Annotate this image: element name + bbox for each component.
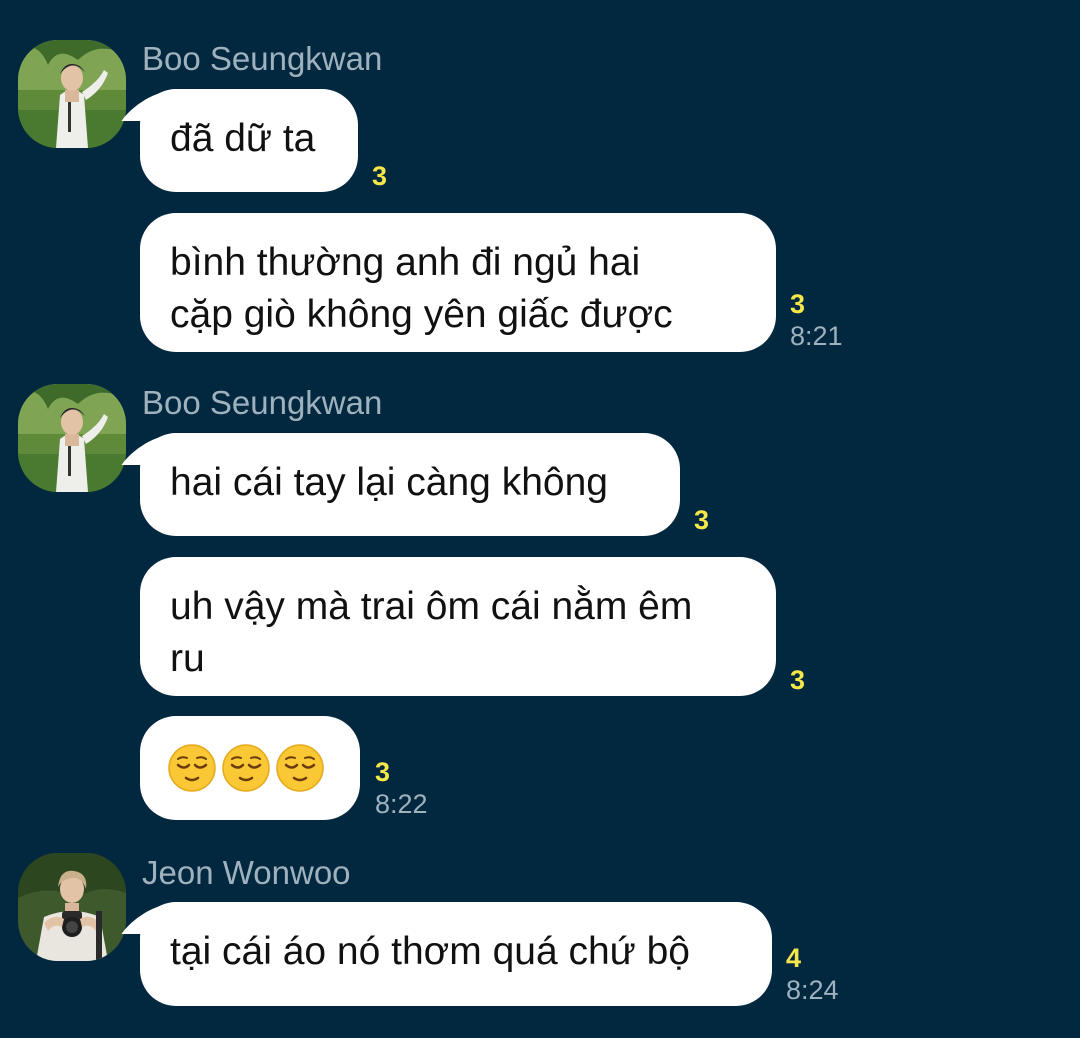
message-text: bình thường anh đi ngủ hai cặp giò không… — [170, 241, 673, 336]
avatar[interactable] — [18, 853, 126, 961]
sender-name: Boo Seungkwan — [142, 384, 383, 421]
message-bubble[interactable]: bình thường anh đi ngủ hai cặp giò không… — [140, 213, 776, 352]
message-bubble[interactable]: đã dữ ta — [140, 89, 358, 192]
profile-photo-jeon-wonwoo-icon — [18, 853, 126, 961]
timestamp: 8:21 — [790, 321, 843, 351]
message: 3 8:22 — [140, 716, 428, 820]
message-bubble[interactable]: hai cái tay lại càng không — [140, 433, 680, 536]
message-meta: 3 — [790, 664, 805, 696]
message: hai cái tay lại càng không 3 — [140, 433, 709, 536]
sender-name: Jeon Wonwoo — [142, 854, 351, 891]
message-text: tại cái áo nó thơm quá chứ bộ — [170, 930, 690, 973]
relieved-face-icon — [168, 743, 216, 792]
sender-name: Boo Seungkwan — [142, 40, 383, 77]
message-bubble[interactable] — [140, 716, 360, 820]
message: bình thường anh đi ngủ hai cặp giò không… — [140, 213, 843, 352]
chat-screen: Boo Seungkwan đã dữ ta 3 bình thường anh… — [0, 0, 1080, 1038]
message-bubble[interactable]: uh vậy mà trai ôm cái nằm êm ru — [140, 557, 776, 696]
unread-count: 3 — [790, 665, 806, 695]
message: đã dữ ta 3 — [140, 89, 387, 192]
message-text: đã dữ ta — [170, 117, 316, 160]
profile-photo-boo-seungkwan-icon — [18, 40, 126, 148]
message-meta: 3 8:22 — [375, 756, 428, 820]
unread-count: 3 — [694, 505, 710, 535]
message-text: uh vậy mà trai ôm cái nằm êm ru — [170, 585, 693, 680]
relieved-face-icon — [222, 743, 270, 792]
unread-count: 4 — [786, 943, 802, 973]
message-meta: 3 — [372, 160, 387, 192]
message-bubble[interactable]: tại cái áo nó thơm quá chứ bộ — [140, 902, 772, 1006]
message: tại cái áo nó thơm quá chứ bộ 4 8:24 — [140, 902, 839, 1006]
unread-count: 3 — [375, 757, 391, 787]
timestamp: 8:24 — [786, 975, 839, 1005]
timestamp: 8:22 — [375, 789, 428, 819]
message: uh vậy mà trai ôm cái nằm êm ru 3 — [140, 557, 805, 696]
message-meta: 3 — [694, 504, 709, 536]
relieved-face-icon — [276, 743, 324, 792]
unread-count: 3 — [372, 161, 388, 191]
unread-count: 3 — [790, 289, 806, 319]
avatar[interactable] — [18, 40, 126, 148]
message-meta: 3 8:21 — [790, 288, 843, 352]
avatar[interactable] — [18, 384, 126, 492]
profile-photo-boo-seungkwan-icon — [18, 384, 126, 492]
message-meta: 4 8:24 — [786, 942, 839, 1006]
message-text: hai cái tay lại càng không — [170, 461, 608, 504]
